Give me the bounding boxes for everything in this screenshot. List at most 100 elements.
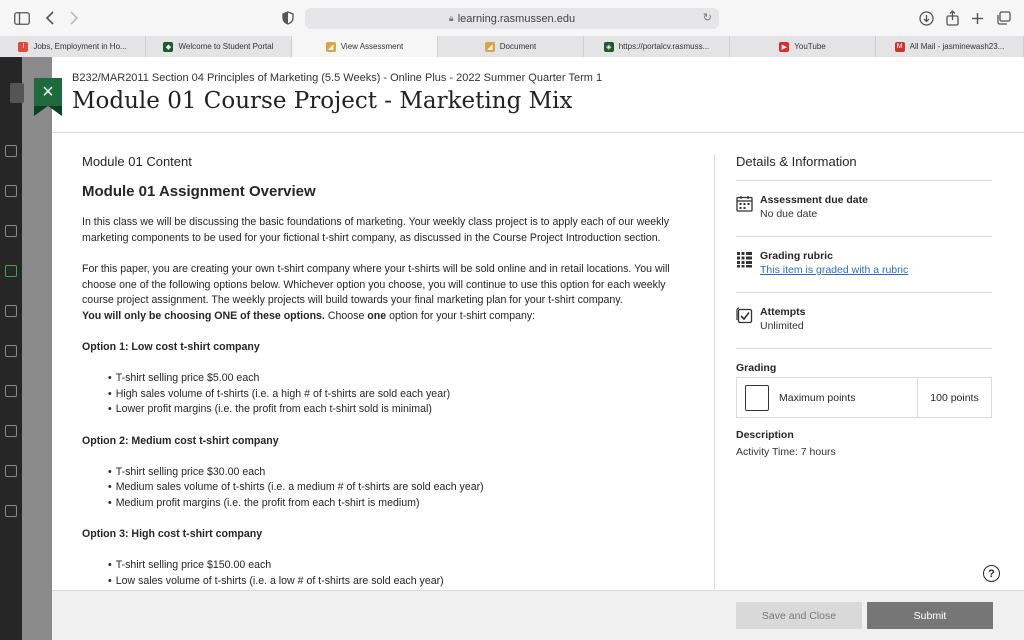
option-bullet-list: T-shirt selling price $150.00 each Low s… xyxy=(82,558,678,589)
option-bullet: Low sales volume of t-shirts (i.e. a low… xyxy=(108,574,678,590)
tab-bar: I Jobs, Employment in Ho... ◆ Welcome to S… xyxy=(0,36,1024,58)
tab-favicon-icon: M xyxy=(894,41,905,52)
rubric-row: Grading rubric This item is graded with … xyxy=(736,237,992,293)
tab-favicon-icon: ◆ xyxy=(163,41,174,52)
attempts-value: Unlimited xyxy=(760,320,804,332)
background-logo xyxy=(10,83,24,103)
back-icon[interactable] xyxy=(40,8,60,28)
tab-favicon-icon: ▶ xyxy=(779,41,790,52)
new-tab-icon[interactable] xyxy=(967,8,987,28)
submit-button[interactable]: Submit xyxy=(867,602,993,629)
help-icon[interactable]: ? xyxy=(983,565,1000,582)
option-bullet: Medium profit margins (i.e. the profit f… xyxy=(108,496,678,512)
close-icon: × xyxy=(42,80,54,103)
option-title: Option 2: Medium cost t-shirt company xyxy=(82,434,279,447)
background-nav-icon xyxy=(5,505,17,517)
option-title: Option 1: Low cost t-shirt company xyxy=(82,340,260,353)
tab-favicon-icon: I xyxy=(18,41,29,52)
description-label: Description xyxy=(736,429,794,441)
content-section-label: Module 01 Content xyxy=(82,154,192,169)
tab-title: All Mail - jasminewash23... xyxy=(909,42,1005,51)
rubric-grid-icon xyxy=(737,252,752,268)
max-points-label: Maximum points xyxy=(779,391,856,404)
browser-tab[interactable]: ▶ YouTube xyxy=(730,36,876,57)
download-icon[interactable] xyxy=(916,8,936,28)
course-breadcrumb: B232/MAR2011 Section 04 Principles of Ma… xyxy=(72,72,603,84)
grading-label: Grading xyxy=(736,362,777,374)
paper-text: For this paper, you are creating your ow… xyxy=(82,262,670,307)
due-date-row: Assessment due date No due date xyxy=(736,181,992,237)
browser-tab[interactable]: ◈ https://portalcv.rasmuss... xyxy=(584,36,730,57)
page-title: Module 01 Course Project - Marketing Mix xyxy=(72,88,573,114)
content-heading: Module 01 Assignment Overview xyxy=(82,182,316,200)
rubric-link[interactable]: This item is graded with a rubric xyxy=(760,264,908,276)
save-and-close-button[interactable]: Save and Close xyxy=(736,602,862,629)
browser-toolbar: 🔒︎ learning.rasmussen.edu ↻ xyxy=(0,0,1024,36)
option-title: Option 3: High cost t-shirt company xyxy=(82,528,263,541)
background-nav-icon xyxy=(5,185,17,197)
background-nav-icon xyxy=(5,225,17,237)
calendar-icon xyxy=(736,196,753,212)
due-date-value: No due date xyxy=(760,208,818,220)
tab-favicon-icon: ◢ xyxy=(484,41,495,52)
background-nav-icon xyxy=(5,385,17,397)
privacy-shield-icon[interactable] xyxy=(278,8,298,28)
option-bullet: Lower profit margins (i.e. the profit fr… xyxy=(108,402,678,418)
background-nav-icon xyxy=(5,465,17,477)
tab-favicon-icon: ◢ xyxy=(325,41,336,52)
assessment-content: Module 01 Content Module 01 Assignment O… xyxy=(82,154,678,590)
option-bullet-list: T-shirt selling price $30.00 each Medium… xyxy=(82,465,678,512)
background-nav-icon xyxy=(5,425,17,437)
intro-paragraph: In this class we will be discussing the … xyxy=(82,216,670,244)
option-bullet: T-shirt selling price $30.00 each xyxy=(108,465,678,481)
browser-tab[interactable]: ◆ Welcome to Student Portal xyxy=(146,36,292,57)
details-panel: Details & Information Assessment due dat… xyxy=(736,154,992,349)
close-panel-button[interactable]: × xyxy=(34,78,62,106)
background-nav-icon xyxy=(5,305,17,317)
browser-tab[interactable]: I Jobs, Employment in Ho... xyxy=(0,36,146,57)
choose-text: Choose xyxy=(324,309,368,322)
browser-tab[interactable]: M All Mail - jasminewash23... xyxy=(876,36,1024,57)
option-bullet-list: T-shirt selling price $5.00 each High sa… xyxy=(82,371,678,418)
option-bullet: Medium sales volume of t-shirts (i.e. a … xyxy=(108,480,678,496)
tab-title: View Assessment xyxy=(340,42,404,51)
background-nav-icon xyxy=(5,265,17,277)
attempts-row: Attempts Unlimited xyxy=(736,293,992,349)
attempts-label: Attempts xyxy=(760,306,806,318)
choose-one-text: one xyxy=(367,309,387,322)
share-icon[interactable] xyxy=(942,8,962,28)
option-bullet: T-shirt selling price $150.00 each xyxy=(108,558,678,574)
background-page xyxy=(22,57,52,640)
forward-icon[interactable] xyxy=(64,8,84,28)
tab-title: Welcome to Student Portal xyxy=(178,42,274,51)
address-bar[interactable]: 🔒︎ learning.rasmussen.edu ↻ xyxy=(305,8,719,29)
tab-title: Document xyxy=(499,42,537,51)
tab-title: https://portalcv.rasmuss... xyxy=(618,42,710,51)
background-nav-icon xyxy=(5,145,17,157)
tab-overview-icon[interactable] xyxy=(993,8,1013,28)
background-nav-icon xyxy=(5,345,17,357)
background-sidebar xyxy=(0,57,22,640)
attempts-check-icon xyxy=(736,307,753,324)
max-points-cell: Maximum points xyxy=(737,378,918,417)
details-heading: Details & Information xyxy=(736,154,992,181)
option-bullet: T-shirt selling price $5.00 each xyxy=(108,371,678,387)
browser-tab[interactable]: ◢ Document xyxy=(438,36,584,57)
browser-tab-active[interactable]: ◢ View Assessment xyxy=(292,36,438,57)
address-text: learning.rasmussen.edu xyxy=(457,12,576,25)
max-points-value: 100 points xyxy=(930,391,979,404)
choose-text: option for your t-shirt company: xyxy=(386,309,536,322)
description-value: Activity Time: 7 hours xyxy=(736,446,836,458)
lock-icon: 🔒︎ xyxy=(448,13,454,23)
due-date-label: Assessment due date xyxy=(760,194,868,206)
grading-box: Maximum points 100 points xyxy=(736,377,992,418)
sidebar-toggle-icon[interactable] xyxy=(12,8,32,28)
tab-title: YouTube xyxy=(794,42,826,51)
tab-title: Jobs, Employment in Ho... xyxy=(33,42,127,51)
close-button-fold xyxy=(34,106,62,116)
reload-icon[interactable]: ↻ xyxy=(703,11,712,24)
header-divider xyxy=(52,132,1024,133)
choose-bold-text: You will only be choosing ONE of these o… xyxy=(82,309,325,322)
column-divider xyxy=(714,154,715,590)
points-document-icon xyxy=(745,384,769,411)
